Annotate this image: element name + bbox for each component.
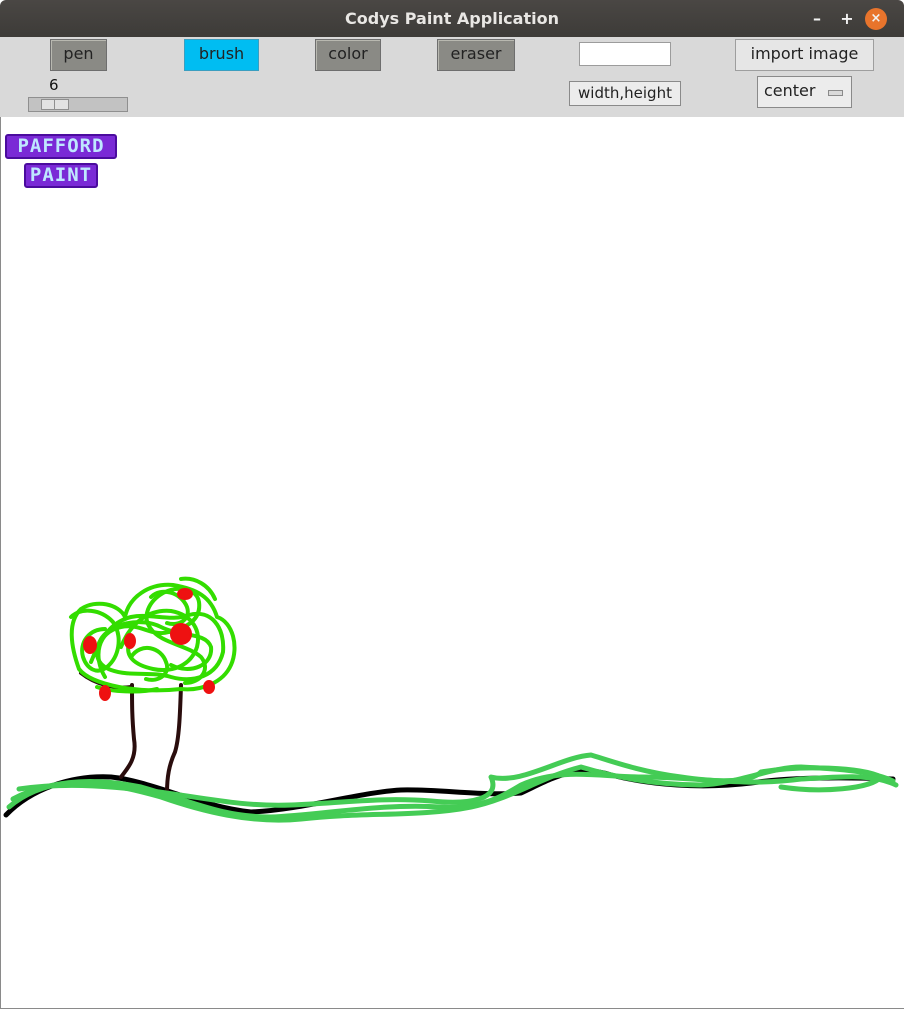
maximize-icon[interactable]: + [836, 8, 858, 30]
title-bar[interactable]: Codys Paint Application – + × [0, 0, 904, 37]
window-title: Codys Paint Application [345, 9, 559, 28]
pen-button[interactable]: pen [50, 39, 107, 71]
grass-scribble [6, 752, 899, 823]
brush-button[interactable]: brush [184, 39, 259, 71]
dropdown-indicator-icon [828, 90, 843, 96]
size-entry[interactable] [579, 42, 671, 66]
tree-trunk [119, 683, 137, 779]
tree-trunk [165, 683, 183, 795]
position-option-menu[interactable]: center [757, 76, 852, 108]
drawing [3, 576, 899, 823]
slider-handle[interactable] [41, 99, 69, 110]
brush-size-slider[interactable] [28, 97, 128, 112]
width-height-button[interactable]: width,height [569, 81, 681, 106]
tree-foliage [69, 576, 237, 694]
toolbar: pen brush color eraser import image 6 wi… [0, 37, 904, 117]
brush-size-value: 6 [49, 76, 59, 94]
import-image-button[interactable]: import image [735, 39, 874, 71]
minimize-icon[interactable]: – [806, 8, 828, 30]
drawing-canvas[interactable]: PAFFORD PAINT [0, 117, 904, 1009]
close-icon[interactable]: × [865, 8, 887, 30]
eraser-button[interactable]: eraser [437, 39, 515, 71]
position-option-label: center [764, 81, 816, 100]
color-button[interactable]: color [315, 39, 381, 71]
